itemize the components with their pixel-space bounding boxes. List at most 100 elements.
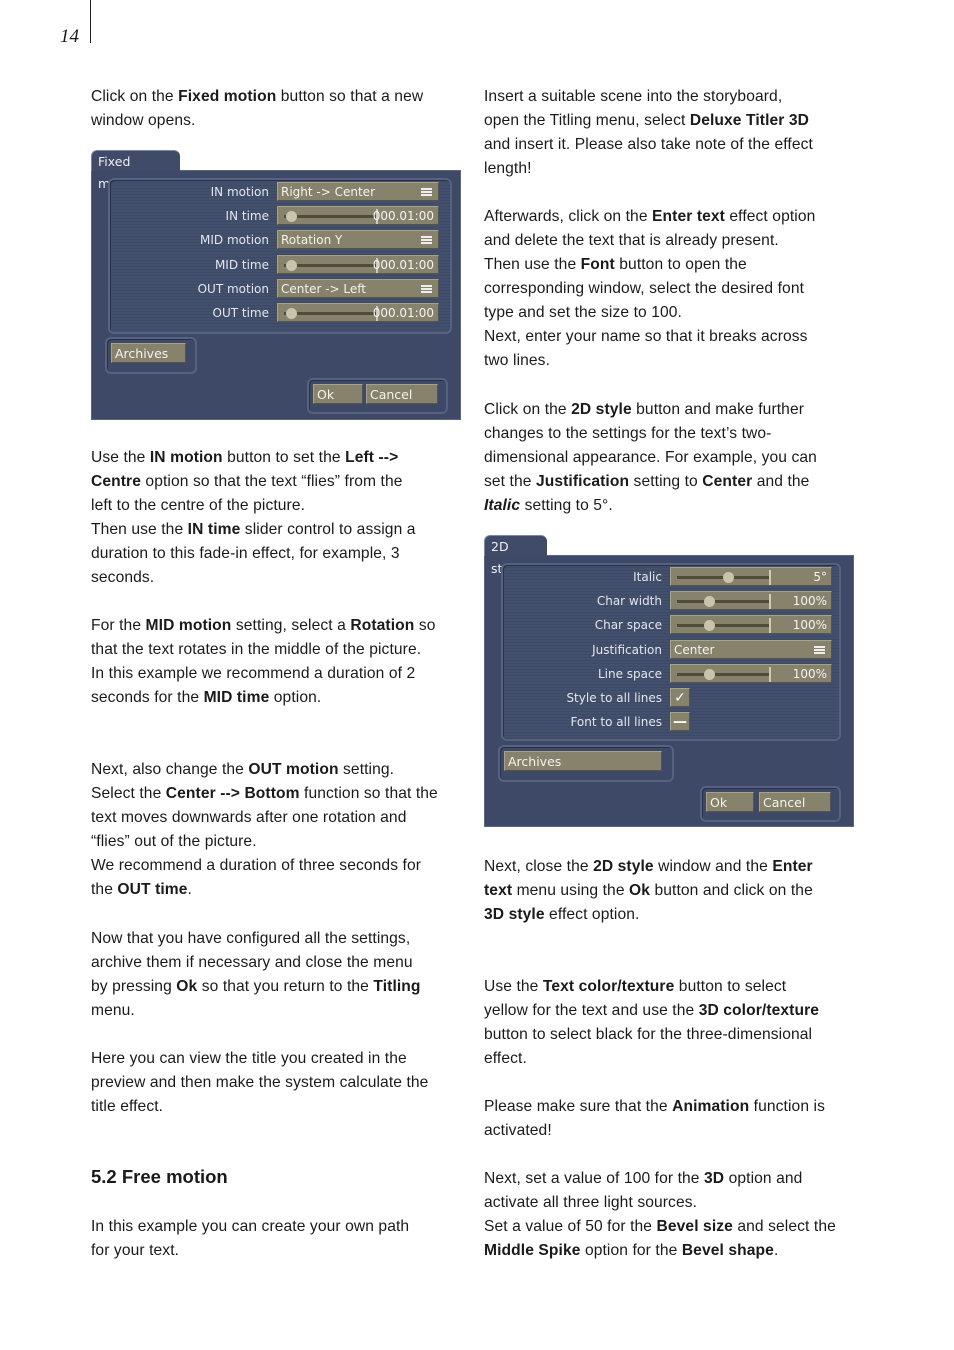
- text-line: duration to this fade-in effect, for exa…: [91, 542, 471, 566]
- out-motion-dropdown[interactable]: Center -> Left: [277, 278, 439, 298]
- mid-time-slider[interactable]: 000.01:00: [277, 254, 439, 274]
- slider-track[interactable]: [284, 263, 376, 267]
- slider-separator: [769, 666, 771, 682]
- emphasis-text: 2D style: [571, 401, 632, 418]
- menu-icon[interactable]: [421, 236, 432, 245]
- text-run: Here you can view the title you created …: [91, 1050, 407, 1067]
- slider-track[interactable]: [677, 600, 769, 604]
- text-run: Next, set a value of 100 for the: [484, 1170, 705, 1187]
- text-line: archive them if necessary and close the …: [91, 951, 471, 975]
- slider-handle[interactable]: [722, 572, 734, 583]
- dialog-title-tab: 2D style: [484, 535, 547, 576]
- text-run: button and make further: [631, 401, 805, 418]
- in-motion-dropdown[interactable]: Right -> Center: [277, 182, 439, 201]
- out-time-value: 000.01:00: [372, 306, 434, 320]
- text-run: activate all three light sources.: [484, 1194, 698, 1211]
- emphasis-text: Justification: [535, 473, 630, 490]
- text-line: text menu using the Ok button and click …: [484, 879, 864, 903]
- in-motion-value: Right -> Center: [281, 185, 376, 199]
- text-run: corresponding window, select the desired…: [484, 280, 805, 297]
- menu-icon[interactable]: [814, 645, 825, 654]
- text-run: button to set the: [222, 449, 346, 466]
- emphasis-text: Italic: [484, 497, 521, 514]
- emphasis-text: Ok: [176, 978, 198, 995]
- text-line: “flies” out of the picture.: [91, 830, 471, 854]
- justification-dropdown[interactable]: Center: [670, 639, 832, 659]
- cancel-button[interactable]: Cancel: [759, 792, 831, 812]
- text-run: option and: [724, 1170, 803, 1187]
- text-line: Click on the 2D style button and make fu…: [484, 398, 864, 422]
- slider-handle[interactable]: [704, 668, 716, 680]
- mid-motion-dropdown[interactable]: Rotation Y: [277, 230, 439, 250]
- char-space-slider[interactable]: 100%: [670, 615, 832, 635]
- text-run: dimensional appearance. For example, you…: [484, 449, 817, 466]
- in-motion-label: IN motion: [210, 185, 269, 199]
- text-run: Next, also change the: [91, 761, 249, 778]
- archives-button[interactable]: Archives: [111, 343, 186, 363]
- archives-button[interactable]: Archives: [504, 751, 662, 771]
- emphasis-text: Enter text: [652, 208, 725, 225]
- char-space-value: 100%: [792, 618, 827, 633]
- text-run: button so that a new: [276, 88, 424, 105]
- text-run: by pressing: [91, 978, 177, 995]
- char-width-slider[interactable]: 100%: [670, 591, 832, 611]
- margin-rule: [90, 0, 91, 43]
- text-line: that the text rotates in the middle of t…: [91, 638, 471, 662]
- text-line: In this example we recommend a duration …: [91, 662, 471, 686]
- slider-handle[interactable]: [286, 211, 298, 223]
- paragraph: Now that you have configured all the set…: [91, 927, 471, 1023]
- style-to-all-lines-checkbox[interactable]: ✓: [670, 688, 690, 707]
- text-run: option for the: [580, 1242, 682, 1259]
- text-run: preview and then make the system calcula…: [91, 1074, 429, 1091]
- cancel-button[interactable]: Cancel: [366, 384, 438, 404]
- emphasis-text: Bevel size: [656, 1218, 733, 1235]
- text-run: button to select: [674, 978, 787, 995]
- italic-slider[interactable]: 5°: [670, 567, 832, 586]
- text-run: Click on the: [91, 88, 179, 105]
- mid-time-label: MID time: [214, 257, 269, 272]
- out-time-slider[interactable]: 000.01:00: [277, 303, 439, 322]
- emphasis-text: IN motion: [149, 449, 223, 466]
- emphasis-text: 3D color/texture: [698, 1002, 820, 1019]
- in-time-value: 000.01:00: [372, 209, 434, 224]
- paragraph: Click on the 2D style button and make fu…: [484, 398, 864, 518]
- out-motion-label: OUT motion: [197, 281, 269, 296]
- font-to-all-lines-label: Font to all lines: [570, 715, 662, 730]
- ok-button[interactable]: Ok: [706, 792, 754, 812]
- in-time-slider[interactable]: 000.01:00: [277, 206, 439, 226]
- slider-handle[interactable]: [286, 259, 298, 271]
- text-run: Insert a suitable scene into the storybo…: [484, 88, 783, 105]
- slider-track[interactable]: [284, 215, 376, 219]
- text-line: corresponding window, select the desired…: [484, 277, 864, 301]
- text-run: duration to this fade-in effect, for exa…: [91, 545, 400, 562]
- text-line: left to the centre of the picture.: [91, 494, 471, 518]
- slider-track[interactable]: [284, 312, 376, 315]
- emphasis-text: Middle Spike: [484, 1242, 581, 1259]
- emphasis-text: Titling: [373, 978, 421, 995]
- text-line: for your text.: [91, 1239, 471, 1263]
- line-space-slider[interactable]: 100%: [670, 663, 832, 683]
- menu-icon[interactable]: [421, 188, 432, 196]
- paragraph: Insert a suitable scene into the storybo…: [484, 85, 864, 181]
- text-run: setting, select a: [231, 617, 351, 634]
- slider-track[interactable]: [677, 624, 769, 628]
- slider-handle[interactable]: [704, 620, 716, 632]
- text-run: seconds for the: [91, 689, 204, 706]
- text-run: Then use the: [484, 256, 581, 273]
- slider-handle[interactable]: [286, 308, 298, 319]
- text-run: setting.: [338, 761, 395, 778]
- font-to-all-lines-checkbox[interactable]: —: [670, 712, 690, 732]
- text-run: and delete the text that is already pres…: [484, 232, 779, 249]
- text-run: seconds.: [91, 569, 155, 586]
- emphasis-text: OUT motion: [248, 761, 339, 778]
- slider-handle[interactable]: [704, 596, 716, 608]
- text-line: effect.: [484, 1047, 864, 1071]
- menu-icon[interactable]: [421, 284, 432, 293]
- style-to-all-lines-label: Style to all lines: [566, 691, 662, 705]
- slider-separator: [769, 594, 771, 610]
- text-line: length!: [484, 157, 864, 181]
- slider-track[interactable]: [677, 672, 769, 676]
- text-line: Italic setting to 5°.: [484, 494, 864, 518]
- ok-button[interactable]: Ok: [313, 384, 363, 404]
- text-run: yellow for the text and use the: [484, 1002, 699, 1019]
